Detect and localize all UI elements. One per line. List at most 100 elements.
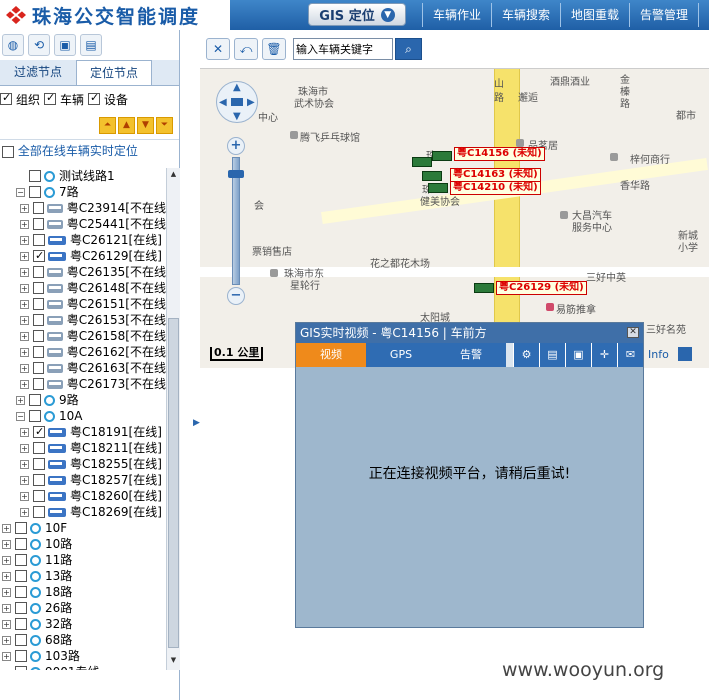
tree-row[interactable]: + 粤C26148[不在线 <box>0 280 166 296</box>
tree-row-label[interactable]: 68路 <box>45 632 72 648</box>
tree-row[interactable]: +10F <box>0 520 166 536</box>
tree-checkbox[interactable] <box>32 378 44 390</box>
tree-row[interactable]: +11路 <box>0 552 166 568</box>
tree-row-label[interactable]: 10路 <box>45 536 72 552</box>
tree-row[interactable]: 9001专线 <box>0 664 166 670</box>
tree-row[interactable]: +32路 <box>0 616 166 632</box>
zoom-out-icon[interactable]: − <box>227 287 245 305</box>
tree-checkbox[interactable] <box>29 186 41 198</box>
tree-row[interactable]: + 粤C26158[不在线 <box>0 328 166 344</box>
popup-titlebar[interactable]: GIS实时视频 - 粤C14156 | 车前方 ✕ <box>296 323 643 343</box>
search-button[interactable]: ⌕ <box>395 38 422 60</box>
zoom-slider[interactable] <box>228 157 244 285</box>
tree-checkbox[interactable] <box>33 424 45 440</box>
route-remove-icon[interactable]: ⤺ <box>234 38 258 60</box>
tree-row[interactable]: + 粤C26163[不在线 <box>0 360 166 376</box>
tree-row-label[interactable]: 粤C18257[在线] <box>70 472 162 488</box>
tree-checkbox[interactable] <box>15 666 27 670</box>
tree-row[interactable]: + 粤C18211[在线] <box>0 440 166 456</box>
target-icon[interactable]: ✛ <box>591 343 617 367</box>
tree-row[interactable]: +26路 <box>0 600 166 616</box>
close-icon[interactable]: ✕ <box>627 327 639 338</box>
tree-row[interactable]: + 粤C18269[在线] <box>0 504 166 520</box>
move-up-icon[interactable]: ▲ <box>118 117 135 134</box>
expand-icon[interactable]: + <box>2 619 11 629</box>
scroll-down-icon[interactable]: ▼ <box>168 656 179 668</box>
tree-row-label[interactable]: 11路 <box>45 552 72 568</box>
expand-icon[interactable]: + <box>20 299 29 309</box>
tree-checkbox[interactable] <box>29 170 41 182</box>
expand-icon[interactable]: + <box>20 251 29 261</box>
tree-checkbox[interactable] <box>33 234 45 246</box>
all-online-row[interactable]: 全部在线车辆实时定位 <box>0 140 179 162</box>
tree-row-label[interactable]: 粤C26129[在线] <box>70 248 162 264</box>
tree-row-label[interactable]: 26路 <box>45 600 72 616</box>
expand-icon[interactable]: + <box>20 315 29 325</box>
tree-row[interactable]: + 粤C18255[在线] <box>0 456 166 472</box>
tree-checkbox[interactable] <box>15 586 27 598</box>
tree-checkbox[interactable] <box>33 506 45 518</box>
tree-row-label[interactable]: 粤C26162[不在线 <box>67 344 166 360</box>
camera-icon[interactable]: ▣ <box>565 343 591 367</box>
vehicle-label[interactable]: 粤C14156 (未知) <box>454 147 545 161</box>
expand-icon[interactable]: + <box>20 443 29 453</box>
expand-icon[interactable]: + <box>2 523 11 533</box>
tree-row[interactable]: + 粤C18257[在线] <box>0 472 166 488</box>
tree-row-label[interactable]: 13路 <box>45 568 72 584</box>
move-bottom-icon[interactable]: ⏷ <box>156 117 173 134</box>
pan-center-icon[interactable] <box>231 98 243 106</box>
vehicle-marker-icon[interactable] <box>412 157 432 167</box>
map-pan-control[interactable]: ▲ ▼ ◀ ▶ <box>216 81 258 123</box>
tree-checkbox[interactable] <box>32 266 44 278</box>
tree-checkbox[interactable] <box>29 410 41 422</box>
expand-icon[interactable]: + <box>20 459 29 469</box>
all-online-checkbox[interactable] <box>2 145 14 158</box>
tree-row[interactable]: + 粤C18191[在线] <box>0 424 166 440</box>
expand-icon[interactable]: + <box>2 555 11 565</box>
tree-checkbox[interactable] <box>29 394 41 406</box>
vehicle-marker-icon[interactable] <box>474 283 494 293</box>
tree-row-label[interactable]: 粤C18255[在线] <box>70 456 162 472</box>
tree-checkbox[interactable] <box>32 202 44 214</box>
tree-checkbox[interactable] <box>33 442 45 454</box>
expand-icon[interactable]: + <box>20 219 29 229</box>
tree-row-label[interactable]: 粤C26158[不在线 <box>67 328 166 344</box>
filter-device-checkbox[interactable] <box>88 91 101 105</box>
expand-icon[interactable]: + <box>20 347 29 357</box>
tree-row-label[interactable]: 测试线路1 <box>59 168 115 184</box>
tree-row-label[interactable]: 103路 <box>45 648 80 664</box>
nav-map-reload[interactable]: 地图重载 <box>567 3 623 27</box>
tree-row[interactable]: + 粤C26121[在线] <box>0 232 166 248</box>
film-icon[interactable]: ▤ <box>539 343 565 367</box>
expand-icon[interactable]: + <box>20 283 29 293</box>
expand-icon[interactable]: + <box>20 491 29 501</box>
pan-up-icon[interactable]: ▲ <box>233 82 241 93</box>
expand-icon[interactable]: + <box>16 395 25 405</box>
vehicle-marker-icon[interactable] <box>428 183 448 193</box>
tree-row[interactable]: + 粤C26129[在线] <box>0 248 166 264</box>
tree-row-label[interactable]: 粤C18191[在线] <box>70 424 162 440</box>
tree-row[interactable]: +13路 <box>0 568 166 584</box>
tree-row-label[interactable]: 粤C23914[不在线 <box>67 200 166 216</box>
tree-row[interactable]: +68路 <box>0 632 166 648</box>
tree-checkbox[interactable] <box>32 218 44 230</box>
expand-icon[interactable]: + <box>20 363 29 373</box>
filter-org-checkbox[interactable] <box>0 91 12 105</box>
tree-row[interactable]: − 10A <box>0 408 166 424</box>
vehicle-search-input[interactable] <box>293 38 393 60</box>
tree-row-label[interactable]: 粤C18269[在线] <box>70 504 162 520</box>
tree-row-label[interactable]: 粤C26135[不在线 <box>67 264 166 280</box>
vehicle-label[interactable]: 粤C14163 (未知) <box>450 168 541 182</box>
expand-icon[interactable]: + <box>20 267 29 277</box>
nav-help[interactable]: 帮 <box>705 3 709 27</box>
tree-scrollbar[interactable]: ▲ ▼ <box>166 168 180 670</box>
camera-icon[interactable]: ▣ <box>54 34 76 56</box>
vehicle-marker-icon[interactable] <box>432 151 452 161</box>
expand-icon[interactable]: + <box>2 587 11 597</box>
tree-checkbox[interactable] <box>32 298 44 310</box>
tree-row[interactable]: + 粤C26173[不在线 <box>0 376 166 392</box>
tree-row-label[interactable]: 粤C26121[在线] <box>70 232 162 248</box>
tab-video[interactable]: 视频 <box>296 343 366 367</box>
expand-icon[interactable]: + <box>20 427 29 437</box>
nav-alarm-management[interactable]: 告警管理 <box>636 3 692 27</box>
